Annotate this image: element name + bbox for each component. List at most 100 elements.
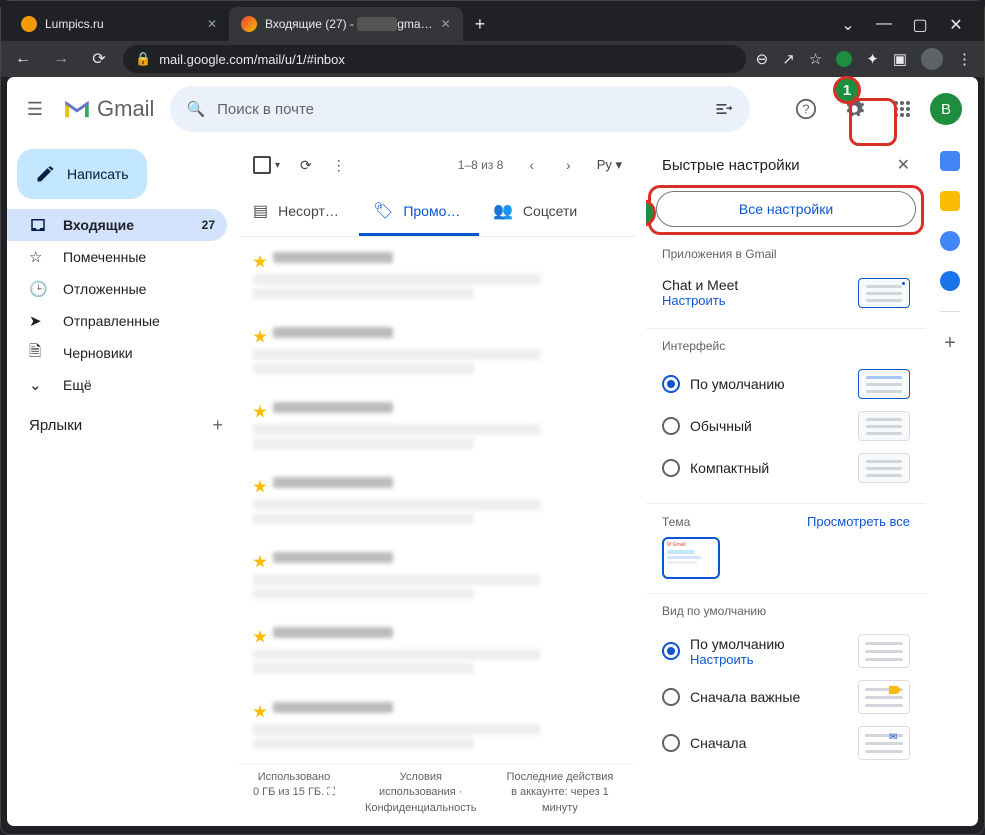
inbox-thumbnail [858,680,910,714]
chevron-down-icon[interactable]: ⌄ [838,15,858,35]
more-icon[interactable]: ⋮ [332,157,346,174]
star-icon: ☆ [29,248,47,266]
terms-link[interactable]: Условияиспользования ·Конфиденциальность [365,770,477,816]
side-panel-rail: + [926,141,974,826]
input-tools[interactable]: Ру ▾ [597,157,622,173]
share-icon[interactable]: ↗ [782,50,795,68]
sidebar-item-inbox[interactable]: Входящие 27 [7,209,227,241]
close-icon[interactable]: ✕ [207,17,217,31]
density-default[interactable]: По умолчанию [662,363,910,405]
refresh-icon[interactable]: ⟳ [300,157,312,174]
next-page-icon[interactable]: › [560,157,577,173]
callout-badge-1: 1 [833,76,861,104]
extension-icon[interactable] [836,51,852,67]
star-icon [253,405,267,419]
maximize-icon[interactable]: ▢ [910,15,930,35]
url-field[interactable]: 🔒 mail.google.com/mail/u/1/#inbox [123,45,746,73]
contacts-icon[interactable] [940,271,960,291]
close-icon[interactable]: ✕ [897,155,910,175]
sidebar-item-more[interactable]: ⌄ Ещё [7,369,227,401]
tab-social[interactable]: 👥 Соцсети [479,189,599,236]
mail-row[interactable] [249,616,626,691]
star-icon [253,555,267,569]
activity-info[interactable]: Последние действияв аккаунте: через 1мин… [507,770,614,816]
inbox-type-default[interactable]: По умолчанию Настроить [662,628,910,674]
mail-row[interactable] [249,541,626,616]
section-density: Интерфейс По умолчанию Обычный Компактны… [646,329,926,504]
mail-list[interactable] [239,237,636,763]
bookmark-icon[interactable]: ☆ [809,50,822,68]
tab-title: Входящие (27) - xxgma… [265,17,433,31]
mail-row[interactable] [249,391,626,466]
menu-icon[interactable]: ☰ [23,99,47,120]
back-icon[interactable]: ← [9,50,37,68]
browser-tab-lumpics[interactable]: Lumpics.ru ✕ [9,7,229,41]
radio-icon [662,459,680,477]
browser-profile-avatar[interactable] [921,48,943,70]
inbox-type-starred[interactable]: Сначала ✉ [662,720,910,766]
customize-link[interactable]: Настроить [690,652,785,667]
storage-info: Использовано0 ГБ из 15 ГБ. ⛶ [253,770,335,816]
header-actions: ? В [786,89,962,129]
search-input[interactable]: 🔍 Поиск в почте [170,86,750,132]
extensions-icon[interactable]: ✦ [866,50,879,68]
quick-settings-header: Быстрые настройки ✕ [646,141,926,189]
sidebar-item-sent[interactable]: ➤ Отправленные [7,305,227,337]
view-all-themes-link[interactable]: Просмотреть все [807,514,910,529]
sidebar-item-snoozed[interactable]: 🕒 Отложенные [7,273,227,305]
section-inbox-type: Вид по умолчанию По умолчанию Настроить … [646,594,926,780]
gmail-logo[interactable]: Gmail [63,96,154,122]
mail-row[interactable] [249,316,626,391]
menu-icon[interactable]: ⋮ [957,50,972,68]
density-thumbnail [858,453,910,483]
zoom-icon[interactable]: ⊖ [756,50,769,68]
close-icon[interactable]: ✕ [946,15,966,35]
browser-tab-gmail[interactable]: Входящие (27) - xxgma… ✕ [229,7,463,41]
inbox-icon [29,216,47,234]
window-controls: ⌄ ― ▢ ✕ [838,15,976,41]
sidebar-item-drafts[interactable]: 🗎 Черновики [7,337,227,369]
all-settings-button[interactable]: Все настройки [656,191,916,227]
panel-icon[interactable]: ▣ [893,50,907,68]
inbox-type-important[interactable]: Сначала важные [662,674,910,720]
prev-page-icon[interactable]: ‹ [523,157,540,173]
compose-button[interactable]: Написать [17,149,147,199]
mail-toolbar: ▾ ⟳ ⋮ 1–8 из 8 ‹ › Ру ▾ [239,141,636,189]
customize-link[interactable]: Настроить [662,293,738,308]
apps-grid-icon[interactable] [882,89,922,129]
send-icon: ➤ [29,312,47,330]
density-comfortable[interactable]: Обычный [662,405,910,447]
favicon-lumpics [21,16,37,32]
star-icon [253,705,267,719]
reload-icon[interactable]: ⟳ [85,49,113,69]
help-icon[interactable]: ? [786,89,826,129]
mail-row[interactable] [249,466,626,541]
add-addon-icon[interactable]: + [944,332,956,355]
tab-promotions[interactable]: 🏷 Промо… [359,189,479,236]
select-all-checkbox[interactable]: ▾ [253,156,280,174]
inbox-thumbnail: ✉ [858,726,910,760]
keep-icon[interactable] [940,191,960,211]
close-icon[interactable]: ✕ [441,17,451,31]
mail-row[interactable] [249,241,626,316]
add-label-button[interactable]: + [212,415,223,436]
density-compact[interactable]: Компактный [662,447,910,489]
gmail-app: ☰ Gmail 🔍 Поиск в почте ? В [7,77,978,826]
sidebar: Написать Входящие 27 ☆ Помеченные 🕒 Отло… [7,141,239,826]
search-options-icon[interactable] [714,99,734,119]
density-thumbnail [858,369,910,399]
mail-row[interactable] [249,691,626,763]
search-placeholder: Поиск в почте [217,101,702,118]
forward-icon[interactable]: → [47,50,75,68]
tab-primary[interactable]: ▤ Несорт… [239,189,359,236]
calendar-icon[interactable] [940,151,960,171]
sidebar-item-starred[interactable]: ☆ Помеченные [7,241,227,273]
tab-title: Lumpics.ru [45,17,104,31]
theme-thumbnail[interactable]: M Gmail [662,537,720,579]
account-avatar[interactable]: В [930,93,962,125]
star-icon [253,255,267,269]
apps-row: Chat и Meet Настроить [662,271,910,314]
tasks-icon[interactable] [940,231,960,251]
minimize-icon[interactable]: ― [874,15,894,35]
new-tab-button[interactable]: + [463,7,498,41]
